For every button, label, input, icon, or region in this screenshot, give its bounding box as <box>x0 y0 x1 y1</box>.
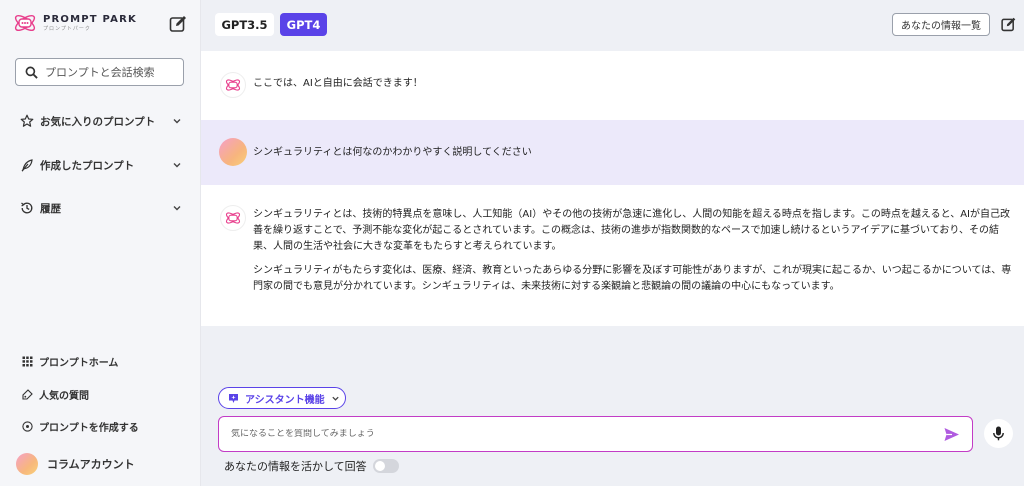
microphone-icon <box>993 426 1004 441</box>
microphone-button[interactable] <box>984 419 1013 448</box>
assistant-features-dropdown[interactable]: アシスタント機能 <box>218 387 346 409</box>
search-field[interactable] <box>15 58 184 86</box>
logo[interactable]: PROMPT PARK プロンプトパーク <box>12 10 137 36</box>
sidebar: PROMPT PARK プロンプトパーク お気に入りのプロンプト 作成したプロン… <box>0 0 201 486</box>
chat-input-box[interactable] <box>218 416 973 452</box>
chat-input[interactable] <box>231 429 921 439</box>
link-create-prompt[interactable]: プロンプトを作成する <box>22 418 139 434</box>
logo-name: PROMPT PARK <box>43 13 137 25</box>
nav-favorite-prompts-label: お気に入りのプロンプト <box>40 115 156 128</box>
logo-subtitle: プロンプトパーク <box>43 25 91 32</box>
link-prompt-home-label: プロンプトホーム <box>39 357 119 369</box>
nav-created-prompts[interactable]: 作成したプロンプト <box>20 155 182 175</box>
grid-icon <box>22 356 33 366</box>
edit-icon[interactable] <box>1000 16 1017 33</box>
account-name: コラムアカウント <box>47 458 135 471</box>
logo-icon <box>12 10 38 36</box>
bot-avatar <box>220 72 246 98</box>
plus-circle-icon <box>22 420 33 432</box>
message-text: ここでは、AIと自由に会話できます！ <box>253 78 423 89</box>
assistant-features-label: アシスタント機能 <box>245 394 325 406</box>
tab-gpt4[interactable]: GPT4 <box>280 13 327 36</box>
message-paragraph: シンギュラリティがもたらす変化は、医療、経済、教育といったあらゆる分野に影響を及… <box>253 265 1012 292</box>
avatar <box>16 453 38 475</box>
star-icon <box>20 114 34 127</box>
bot-logo-icon <box>225 212 241 224</box>
chevron-down-icon <box>331 396 339 401</box>
tag-icon <box>22 388 33 400</box>
user-avatar <box>219 138 247 166</box>
search-input[interactable] <box>45 65 175 79</box>
chat-thread: ここでは、AIと自由に会話できます！ シンギュラリティとは何なのかわかりやすく説… <box>201 51 1024 327</box>
toggle-knob <box>374 461 385 471</box>
send-icon[interactable] <box>943 426 960 443</box>
link-create-prompt-label: プロンプトを作成する <box>39 422 139 434</box>
message-paragraph: シンギュラリティとは、技術的特異点を意味し、人工知能（AI）やその他の技術が急速… <box>253 209 1010 252</box>
nav-history[interactable]: 履歴 <box>20 198 182 218</box>
chevron-down-icon <box>173 119 181 124</box>
bot-avatar <box>220 205 246 231</box>
link-prompt-home[interactable]: プロンプトホーム <box>22 353 118 369</box>
nav-created-prompts-label: 作成したプロンプト <box>40 159 135 172</box>
message-text: シンギュラリティとは何なのかわかりやすく説明してください <box>253 147 532 158</box>
feather-icon <box>21 159 33 172</box>
use-personal-info-toggle[interactable] <box>372 459 399 473</box>
tab-gpt35[interactable]: GPT3.5 <box>215 13 274 36</box>
history-icon <box>21 202 33 214</box>
assistant-icon <box>229 393 238 403</box>
chevron-down-icon <box>173 163 181 168</box>
nav-history-label: 履歴 <box>40 202 61 215</box>
search-icon <box>25 66 38 79</box>
use-personal-info-setting: あなたの情報を活かして回答 <box>224 458 399 474</box>
nav-favorite-prompts[interactable]: お気に入りのプロンプト <box>20 111 182 131</box>
link-popular-questions[interactable]: 人気の質問 <box>22 386 89 402</box>
account-menu[interactable]: コラムアカウント <box>16 453 135 475</box>
link-popular-questions-label: 人気の質問 <box>39 390 89 402</box>
your-info-list-button[interactable]: あなたの情報一覧 <box>892 13 990 36</box>
use-personal-info-label: あなたの情報を活かして回答 <box>224 460 367 473</box>
new-chat-edit-icon[interactable] <box>168 14 188 34</box>
bot-logo-icon <box>225 79 241 91</box>
chevron-down-icon <box>173 206 181 211</box>
user-message: シンギュラリティとは何なのかわかりやすく説明してください <box>201 120 1024 185</box>
assistant-message: ここでは、AIと自由に会話できます！ <box>201 51 1024 120</box>
message-body: シンギュラリティとは、技術的特異点を意味し、人工知能（AI）やその他の技術が急速… <box>253 207 1013 295</box>
assistant-message: シンギュラリティとは、技術的特異点を意味し、人工知能（AI）やその他の技術が急速… <box>201 185 1024 326</box>
